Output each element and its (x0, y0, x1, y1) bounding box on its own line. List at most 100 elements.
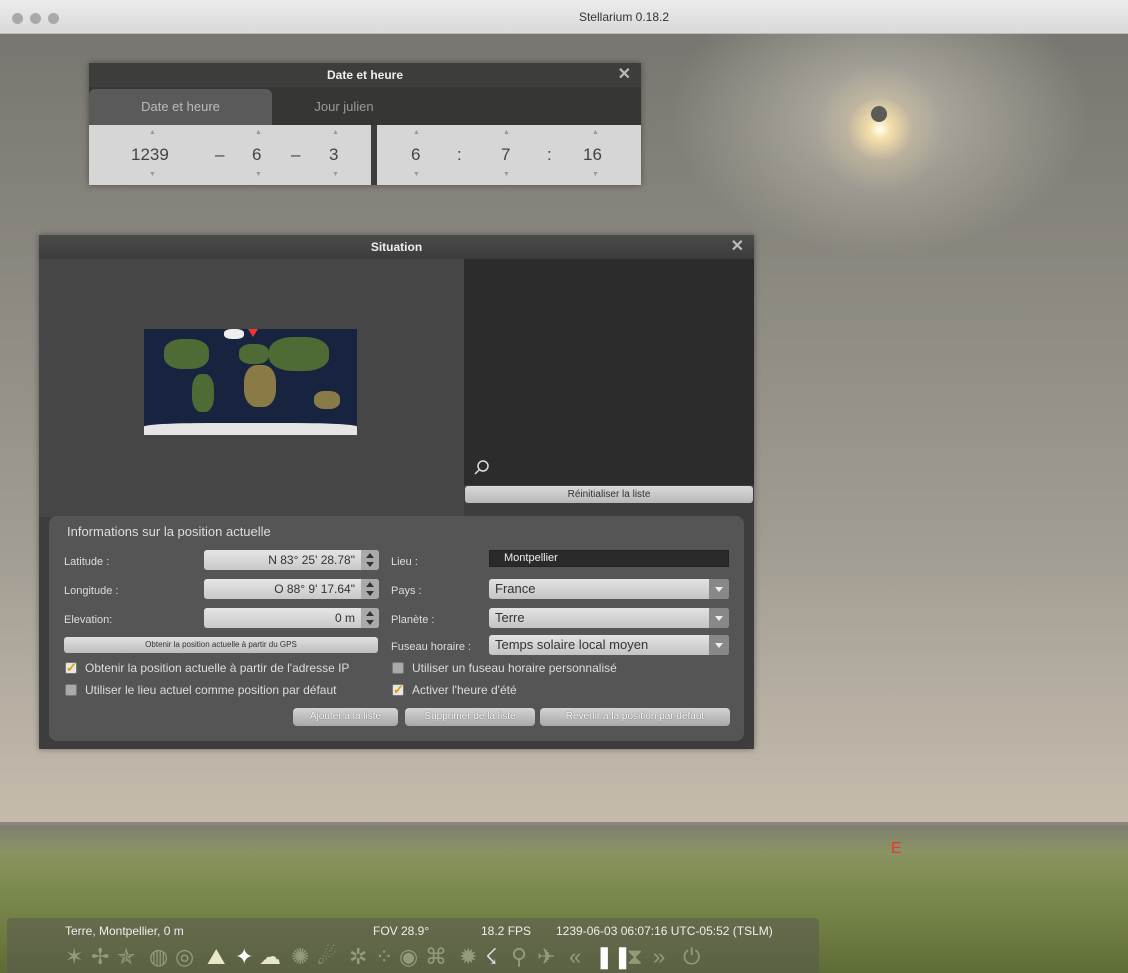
remove-from-list-button[interactable]: Supprimer de la liste (405, 708, 535, 726)
add-to-list-button[interactable]: Ajouter à la liste (293, 708, 398, 726)
atmosphere-icon[interactable]: ☁ (259, 944, 281, 970)
sun[interactable] (815, 64, 945, 194)
location-dialog: Situation ✕ Réinitialiser la liste Infor… (39, 235, 754, 749)
window-titlebar: Stellarium 0.18.2 (0, 0, 1128, 34)
tab-julian-day[interactable]: Jour julien (279, 89, 409, 125)
full-screen-icon[interactable]: ◉ (399, 944, 418, 970)
custom-timezone-label: Utiliser un fuseau horaire personnalisé (412, 661, 617, 675)
window-title: Stellarium 0.18.2 (578, 10, 670, 24)
latitude-value: N 83° 25' 28.78" (268, 553, 355, 567)
timezone-value: Temps solaire local moyen (495, 637, 649, 652)
default-position-label: Utiliser le lieu actuel comme position p… (85, 683, 337, 697)
planet-select[interactable]: Terre (489, 608, 729, 628)
date-dialog-close-icon[interactable]: ✕ (618, 63, 631, 87)
default-position-checkbox[interactable] (65, 684, 77, 696)
equatorial-grid-icon[interactable]: ◍ (149, 944, 168, 970)
month-down-icon[interactable]: ▼ (255, 171, 262, 178)
second-down-icon[interactable]: ▼ (592, 171, 599, 178)
month-field[interactable]: 6 (252, 145, 261, 165)
cardinal-points-icon[interactable]: ✦ (235, 944, 253, 970)
mount-icon[interactable]: ✲ (349, 944, 367, 970)
reset-list-button[interactable]: Réinitialiser la liste (465, 486, 753, 503)
planets-labels-icon[interactable]: ☄ (317, 944, 337, 970)
date-dialog-title-bar[interactable]: Date et heure ✕ (89, 63, 641, 87)
zoom-window-button[interactable] (48, 13, 59, 24)
azimuthal-grid-icon[interactable]: ◎ (175, 944, 194, 970)
year-down-icon[interactable]: ▼ (149, 171, 156, 178)
elevation-stepper-icon[interactable] (361, 608, 379, 628)
location-list[interactable] (464, 259, 754, 485)
night-mode-icon[interactable]: ⁘ (375, 944, 393, 970)
location-marker-icon (248, 329, 258, 337)
custom-timezone-checkbox[interactable] (392, 662, 404, 674)
minute-up-icon[interactable]: ▲ (503, 129, 510, 136)
elevation-spinbox[interactable]: 0 m (204, 608, 379, 628)
nebulae-icon[interactable]: ✺ (291, 944, 309, 970)
search-icon[interactable] (473, 459, 491, 477)
chevron-down-icon[interactable] (709, 635, 729, 655)
rewind-icon[interactable]: « (569, 944, 581, 970)
second-field[interactable]: 16 (583, 145, 602, 165)
date-time-dialog: Date et heure ✕ Date et heure Jour julie… (89, 63, 641, 185)
dst-checkbox[interactable] (392, 682, 404, 698)
close-window-button[interactable] (12, 13, 23, 24)
day-up-icon[interactable]: ▲ (332, 129, 339, 136)
timezone-select[interactable]: Temps solaire local moyen (489, 635, 729, 655)
hour-up-icon[interactable]: ▲ (413, 129, 420, 136)
hour-field[interactable]: 6 (411, 145, 420, 165)
year-up-icon[interactable]: ▲ (149, 129, 156, 136)
constellation-labels-icon[interactable]: ✢ (91, 944, 109, 970)
forward-icon[interactable]: » (653, 944, 665, 970)
location-dialog-title-bar[interactable]: Situation ✕ (39, 235, 754, 259)
planet-value: Terre (495, 610, 525, 625)
current-position-panel: Informations sur la position actuelle La… (49, 516, 744, 741)
chevron-down-icon[interactable] (709, 579, 729, 599)
world-map-area (39, 259, 464, 517)
day-field[interactable]: 3 (329, 145, 338, 165)
plane-icon[interactable]: ✈ (537, 944, 555, 970)
moon[interactable] (871, 106, 887, 122)
time-colon-1: : (457, 145, 462, 164)
ip-position-label: Obtenir la position actuelle à partir de… (85, 661, 350, 675)
latitude-spinbox[interactable]: N 83° 25' 28.78" (204, 550, 379, 570)
revert-default-position-button[interactable]: Revenir à la position par défaut (540, 708, 730, 726)
ocular-icon[interactable]: ⌘ (425, 944, 447, 970)
quit-icon[interactable]: ⏻ (683, 944, 700, 970)
minute-down-icon[interactable]: ▼ (503, 171, 510, 178)
chevron-down-icon[interactable] (709, 608, 729, 628)
location-status: Terre, Montpellier, 0 m (65, 924, 184, 938)
hour-down-icon[interactable]: ▼ (413, 171, 420, 178)
fps-status: 18.2 FPS (481, 924, 532, 938)
latitude-stepper-icon[interactable] (361, 550, 379, 570)
time-colon-2: : (547, 145, 552, 164)
search-toolbar-icon[interactable]: ⚲ (511, 944, 527, 970)
location-dialog-close-icon[interactable]: ✕ (731, 235, 744, 259)
country-select[interactable]: France (489, 579, 729, 599)
ip-position-checkbox[interactable] (65, 660, 77, 676)
satellites-icon[interactable]: ✹ (459, 944, 477, 970)
longitude-stepper-icon[interactable] (361, 579, 379, 599)
month-up-icon[interactable]: ▲ (255, 129, 262, 136)
year-field[interactable]: 1239 (131, 145, 169, 165)
get-gps-position-button[interactable]: Obtenir la position actuelle à partir du… (64, 637, 378, 653)
real-time-icon[interactable]: ⧗ (627, 944, 642, 970)
place-field[interactable]: Montpellier (489, 550, 729, 567)
ground-icon[interactable]: ⛰ (207, 944, 225, 970)
datetime-status: 1239-06-03 06:07:16 UTC-05:52 (TSLM) (556, 924, 773, 938)
date-dash-2: – (291, 145, 301, 164)
longitude-value: O 88° 9' 17.64" (274, 582, 355, 596)
minimize-window-button[interactable] (30, 13, 41, 24)
date-time-fields: ▲ 1239 ▼ – ▲ 6 ▼ – ▲ 3 ▼ ▲ 6 ▼ : ▲ 7 ▼ :… (89, 125, 641, 185)
elevation-label: Elevation: (64, 614, 113, 626)
longitude-spinbox[interactable]: O 88° 9' 17.64" (204, 579, 379, 599)
tab-date-time[interactable]: Date et heure (89, 89, 272, 125)
longitude-label: Longitude : (64, 585, 119, 597)
elevation-value: 0 m (334, 611, 355, 625)
constellation-lines-icon[interactable]: ✶ (65, 944, 83, 970)
world-map[interactable] (144, 329, 357, 435)
minute-field[interactable]: 7 (501, 145, 510, 165)
day-down-icon[interactable]: ▼ (332, 171, 339, 178)
constellation-art-icon[interactable]: ✯ (117, 944, 135, 970)
meteor-icon[interactable]: ☇ (485, 944, 498, 970)
second-up-icon[interactable]: ▲ (592, 129, 599, 136)
